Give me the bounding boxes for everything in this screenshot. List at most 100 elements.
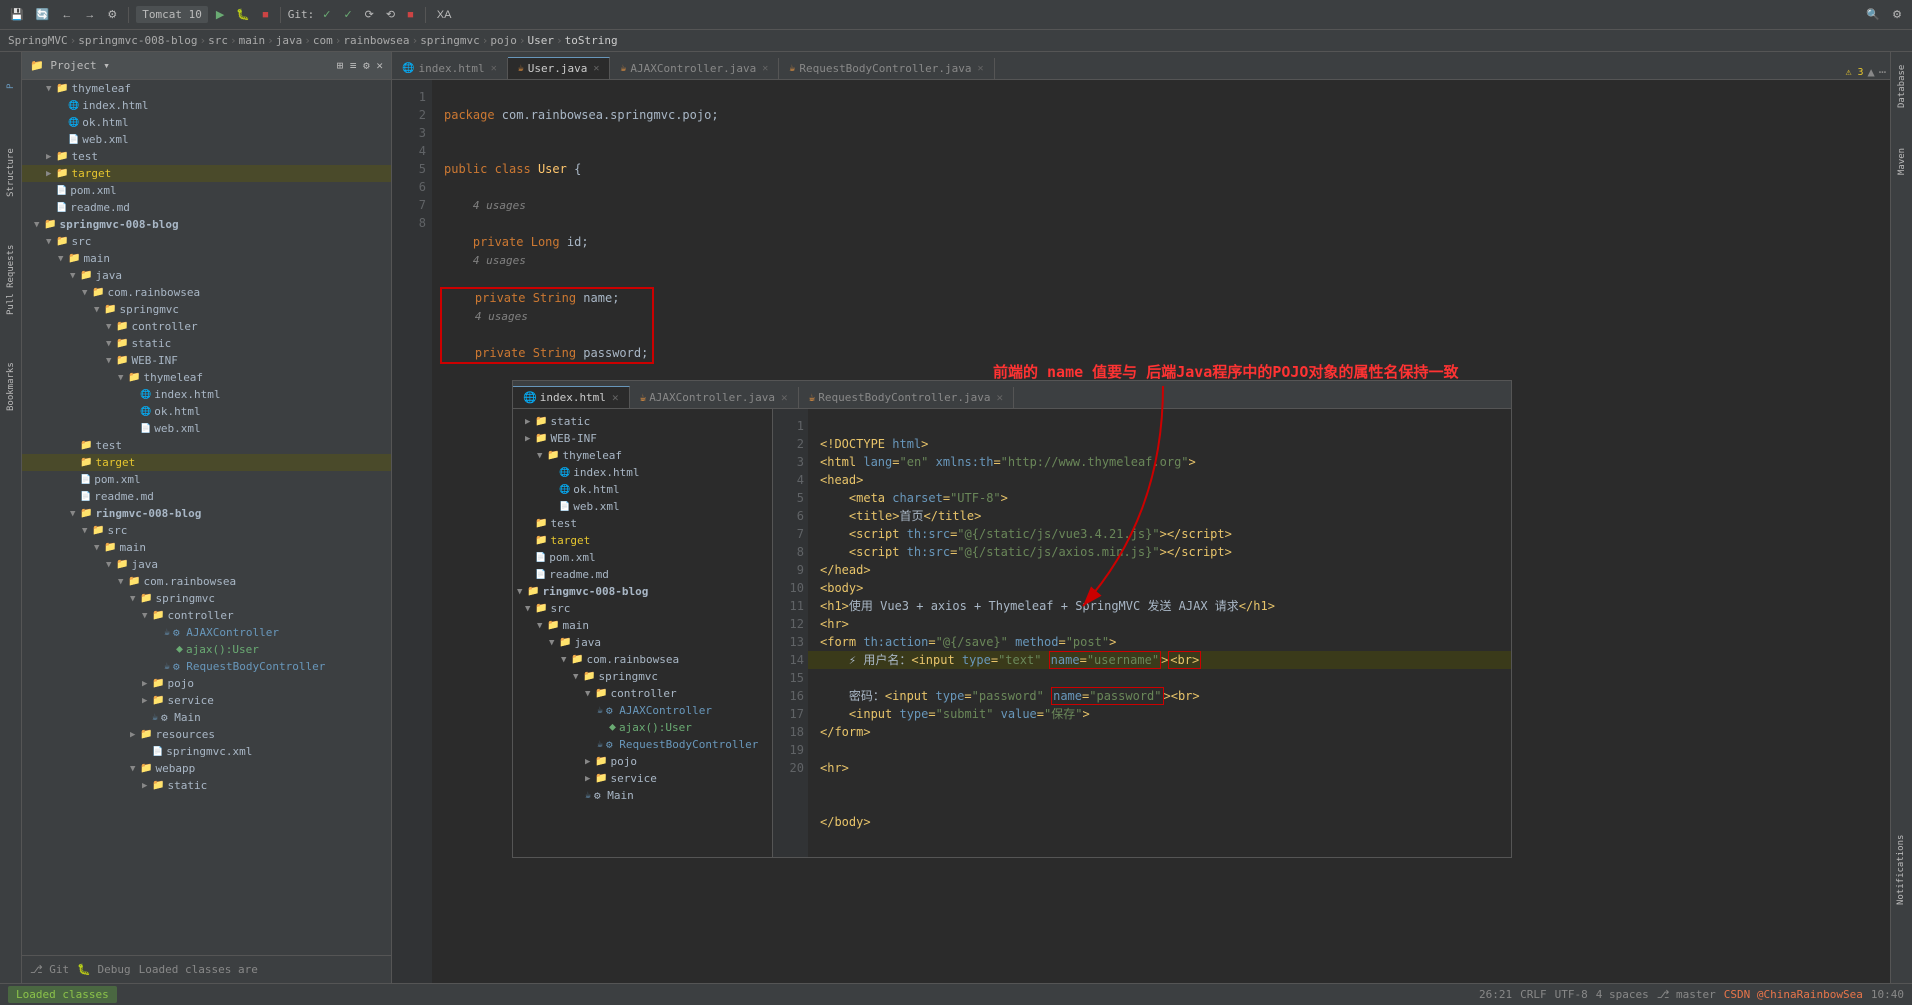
- breadcrumb-main[interactable]: main: [239, 34, 266, 47]
- tree-test-2[interactable]: 📁test: [22, 437, 391, 454]
- toolbar-git-btn3[interactable]: ⟳: [361, 6, 378, 23]
- ot-src[interactable]: ▼📁src: [513, 600, 772, 617]
- breadcrumb-src[interactable]: src: [208, 34, 228, 47]
- tree-target-2[interactable]: 📁target: [22, 454, 391, 471]
- right-icon-database[interactable]: Database: [1892, 56, 1912, 116]
- tree-java-2[interactable]: ▼📁java: [22, 556, 391, 573]
- tree-src-2[interactable]: ▼📁src: [22, 522, 391, 539]
- breadcrumb-pojo[interactable]: pojo: [490, 34, 517, 47]
- tree-pom-xml-1[interactable]: 📄pom.xml: [22, 182, 391, 199]
- ot-com[interactable]: ▼📁com.rainbowsea: [513, 651, 772, 668]
- toolbar-translate-btn[interactable]: XA: [433, 7, 456, 23]
- tree-main-2[interactable]: ▼📁main: [22, 539, 391, 556]
- tree-springmvc-008[interactable]: ▼📁springmvc-008-blog: [22, 216, 391, 233]
- tree-src[interactable]: ▼📁src: [22, 233, 391, 250]
- overlay-tab-ajax[interactable]: ☕ AJAXController.java ✕: [630, 387, 799, 408]
- tab-user-java[interactable]: ☕ User.java ✕: [508, 57, 611, 79]
- tree-webinf[interactable]: ▼📁WEB-INF: [22, 352, 391, 369]
- ot-web-xml[interactable]: 📄web.xml: [513, 498, 772, 515]
- toolbar-git-stop[interactable]: ■: [403, 7, 418, 23]
- tree-com-rainbowsea-2[interactable]: ▼📁com.rainbowsea: [22, 573, 391, 590]
- tree-target[interactable]: ▶📁target: [22, 165, 391, 182]
- breadcrumb-springmvc[interactable]: SpringMVC: [8, 34, 68, 47]
- tree-readme-1[interactable]: 📄readme.md: [22, 199, 391, 216]
- toolbar-git-btn4[interactable]: ⟲: [382, 6, 399, 23]
- breadcrumb-user[interactable]: User: [528, 34, 555, 47]
- ot-static[interactable]: ▶📁static: [513, 413, 772, 430]
- ot-pom[interactable]: 📄pom.xml: [513, 549, 772, 566]
- tree-web-xml-2[interactable]: 📄web.xml: [22, 420, 391, 437]
- tree-main[interactable]: ▼📁main: [22, 250, 391, 267]
- ot-springmvc-pkg[interactable]: ▼📁springmvc: [513, 668, 772, 685]
- tree-thymeleaf2[interactable]: ▼📁thymeleaf: [22, 369, 391, 386]
- tab-close-ajax[interactable]: ✕: [762, 63, 768, 74]
- tree-controller[interactable]: ▼📁controller: [22, 318, 391, 335]
- tree-requestbodycontroller[interactable]: ☕⚙ RequestBodyController: [22, 658, 391, 675]
- ot-webinf[interactable]: ▶📁WEB-INF: [513, 430, 772, 447]
- ot-pojo[interactable]: ▶📁pojo: [513, 753, 772, 770]
- overlay-ajax-close[interactable]: ✕: [781, 391, 788, 404]
- toolbar-btn-save[interactable]: 💾: [6, 6, 28, 23]
- right-icon-notifications[interactable]: Notifications: [1890, 835, 1912, 905]
- project-header-icons[interactable]: ⊞ ≡ ⚙ ✕: [337, 59, 383, 72]
- toolbar-btn-back[interactable]: ←: [57, 7, 76, 23]
- tab-close-index[interactable]: ✕: [491, 63, 497, 74]
- tree-main-class[interactable]: ☕⚙ Main: [22, 709, 391, 726]
- tab-ajaxcontroller[interactable]: ☕ AJAXController.java ✕: [610, 58, 779, 79]
- side-icon-pullrequests[interactable]: Pull Requests: [1, 240, 21, 320]
- tree-ok-html-1[interactable]: 🌐ok.html: [22, 114, 391, 131]
- ot-service[interactable]: ▶📁service: [513, 770, 772, 787]
- breadcrumb-rainbowsea[interactable]: rainbowsea: [343, 34, 409, 47]
- tree-java[interactable]: ▼📁java: [22, 267, 391, 284]
- tree-springmvc-008-b[interactable]: ▼📁ringmvc-008-blog: [22, 505, 391, 522]
- tree-ok-html-2[interactable]: 🌐ok.html: [22, 403, 391, 420]
- tree-pojo[interactable]: ▶📁pojo: [22, 675, 391, 692]
- toolbar-git-check1[interactable]: ✓: [318, 6, 335, 23]
- tree-pom-xml-2[interactable]: 📄pom.xml: [22, 471, 391, 488]
- overlay-tab-close[interactable]: ✕: [612, 391, 619, 404]
- ot-target[interactable]: 📁target: [513, 532, 772, 549]
- tree-com-rainbowsea[interactable]: ▼📁com.rainbowsea: [22, 284, 391, 301]
- tree-test[interactable]: ▶📁test: [22, 148, 391, 165]
- ot-ajaxcontroller[interactable]: ☕⚙ AJAXController: [513, 702, 772, 719]
- toolbar-btn-forward[interactable]: →: [80, 7, 99, 23]
- tree-index-html-1[interactable]: 🌐index.html: [22, 97, 391, 114]
- tab-requestbody[interactable]: ☕ RequestBodyController.java ✕: [779, 58, 994, 79]
- ot-test[interactable]: 📁test: [513, 515, 772, 532]
- tree-controller-2[interactable]: ▼📁controller: [22, 607, 391, 624]
- tab-index-html[interactable]: 🌐 index.html ✕: [392, 58, 508, 79]
- toolbar-search-btn[interactable]: 🔍: [1862, 6, 1884, 23]
- tree-springmvc-pkg[interactable]: ▼📁springmvc: [22, 301, 391, 318]
- tree-readme-2[interactable]: 📄readme.md: [22, 488, 391, 505]
- tree-ajax-user[interactable]: ⬥ajax():User: [22, 641, 391, 658]
- ot-main-class[interactable]: ☕⚙ Main: [513, 787, 772, 804]
- right-icon-maven[interactable]: Maven: [1892, 136, 1912, 186]
- tab-close-user[interactable]: ✕: [593, 63, 599, 74]
- breadcrumb-springmvc2[interactable]: springmvc: [420, 34, 480, 47]
- side-icon-bookmarks[interactable]: Bookmarks: [1, 352, 21, 422]
- more-tabs-btn[interactable]: ⋯: [1879, 65, 1886, 79]
- ot-controller[interactable]: ▼📁controller: [513, 685, 772, 702]
- tree-resources[interactable]: ▶📁resources: [22, 726, 391, 743]
- ot-thymeleaf[interactable]: ▼📁thymeleaf: [513, 447, 772, 464]
- breadcrumb-com[interactable]: com: [313, 34, 333, 47]
- tree-web-xml-1[interactable]: 📄web.xml: [22, 131, 391, 148]
- expand-btn[interactable]: ▲: [1868, 65, 1875, 79]
- tree-springmvc-pkg-2[interactable]: ▼📁springmvc: [22, 590, 391, 607]
- toolbar-debug-btn[interactable]: 🐛: [232, 6, 254, 23]
- side-icon-structure[interactable]: Structure: [1, 138, 21, 208]
- toolbar-settings-btn[interactable]: ⚙: [1888, 6, 1906, 23]
- tab-close-requestbody[interactable]: ✕: [978, 63, 984, 74]
- ot-java[interactable]: ▼📁java: [513, 634, 772, 651]
- overlay-tab-requestbody[interactable]: ☕ RequestBodyController.java ✕: [799, 387, 1014, 408]
- ot-ajax-user[interactable]: ⬥ajax():User: [513, 719, 772, 736]
- tree-springmvc-xml[interactable]: 📄springmvc.xml: [22, 743, 391, 760]
- tree-thymeleaf[interactable]: ▼📁thymeleaf: [22, 80, 391, 97]
- ot-readme[interactable]: 📄readme.md: [513, 566, 772, 583]
- ot-springmvc-008[interactable]: ▼📁ringmvc-008-blog: [513, 583, 772, 600]
- tree-index-html-2[interactable]: 🌐index.html: [22, 386, 391, 403]
- overlay-requestbody-close[interactable]: ✕: [996, 391, 1003, 404]
- side-icon-project[interactable]: P: [1, 56, 21, 116]
- breadcrumb-project[interactable]: springmvc-008-blog: [78, 34, 197, 47]
- breadcrumb-java[interactable]: java: [276, 34, 303, 47]
